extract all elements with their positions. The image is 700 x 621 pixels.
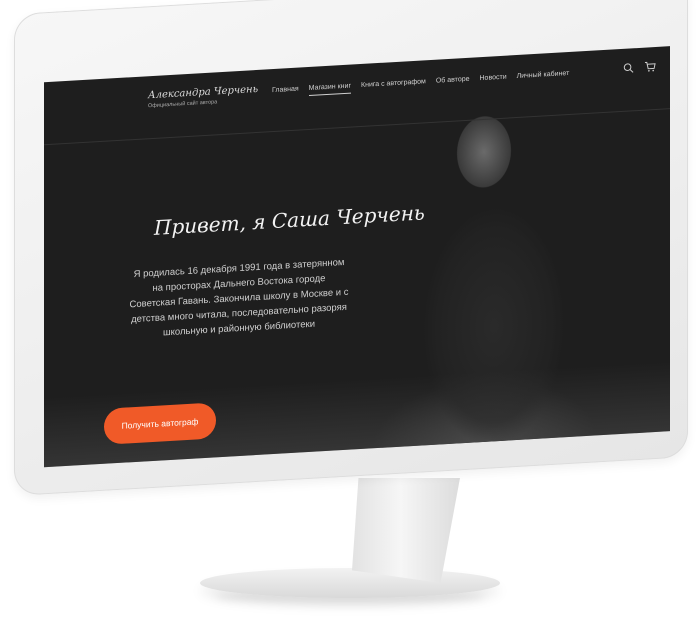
- get-autograph-button[interactable]: Получить автограф: [104, 402, 216, 445]
- nav-item-book-store[interactable]: Магазин книг: [308, 82, 351, 97]
- cart-icon[interactable]: [644, 61, 656, 76]
- monitor-stand-base: [200, 568, 500, 598]
- nav-item-account[interactable]: Личный кабинет: [517, 70, 570, 84]
- nav-item-home[interactable]: Главная: [272, 86, 299, 99]
- mockup-stage: Александра Черчень Официальный сайт авто…: [0, 0, 700, 621]
- nav-item-signed-book[interactable]: Книга с автографом: [361, 78, 426, 93]
- header-icons: [623, 61, 656, 77]
- site-logo[interactable]: Александра Черчень Официальный сайт авто…: [148, 84, 258, 109]
- nav-item-about[interactable]: Об авторе: [436, 76, 470, 89]
- monitor-frame: Александра Черчень Официальный сайт авто…: [14, 0, 688, 497]
- hero-description: Я родилась 16 декабря 1991 года в затеря…: [129, 256, 349, 339]
- monitor-stand-neck: [352, 478, 460, 583]
- monitor-screen: Александра Черчень Официальный сайт авто…: [44, 46, 670, 468]
- search-icon[interactable]: [623, 62, 634, 77]
- main-nav: Главная Магазин книг Книга с автографом …: [272, 70, 569, 98]
- nav-item-news[interactable]: Новости: [480, 74, 507, 87]
